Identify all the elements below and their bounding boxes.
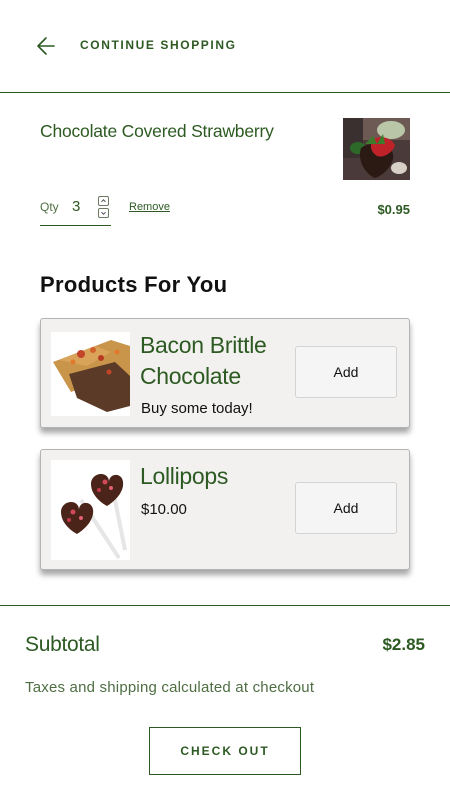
continue-shopping-link[interactable]: CONTINUE SHOPPING [80, 38, 237, 52]
recommendations-title: Products For You [40, 272, 228, 297]
lollipops-image[interactable] [51, 460, 130, 560]
product-title[interactable]: Lollipops [140, 461, 290, 492]
quantity-stepper[interactable]: Qty 3 [40, 194, 111, 226]
chevron-up-icon[interactable] [98, 196, 109, 206]
product-title[interactable]: Bacon Brittle Chocolate [140, 330, 290, 392]
subtotal-label: Subtotal [25, 633, 100, 656]
summary-divider [0, 605, 450, 606]
qty-value[interactable]: 3 [72, 198, 80, 215]
chevron-down-icon[interactable] [98, 208, 109, 218]
product-card-bacon-brittle: Bacon Brittle Chocolate Buy some today! … [40, 318, 410, 428]
product-card-lollipops: Lollipops $10.00 Add [40, 449, 410, 570]
subtotal-value: $2.85 [382, 635, 425, 654]
tax-note: Taxes and shipping calculated at checkou… [25, 679, 315, 696]
cart-item-title[interactable]: Chocolate Covered Strawberry [40, 121, 274, 142]
strawberry-product-image[interactable] [343, 118, 410, 180]
checkout-button[interactable]: CHECK OUT [149, 727, 301, 775]
qty-label: Qty [40, 200, 59, 214]
bacon-brittle-image[interactable] [51, 332, 130, 416]
product-subtitle: Buy some today! [141, 400, 253, 417]
cart-item-price: $0.95 [377, 202, 410, 217]
cart-header: CONTINUE SHOPPING [0, 0, 450, 93]
product-price: $10.00 [141, 501, 187, 518]
arrow-left-icon[interactable] [34, 35, 58, 57]
remove-item-link[interactable]: Remove [129, 201, 170, 213]
add-button[interactable]: Add [295, 482, 397, 534]
add-button[interactable]: Add [295, 346, 397, 398]
